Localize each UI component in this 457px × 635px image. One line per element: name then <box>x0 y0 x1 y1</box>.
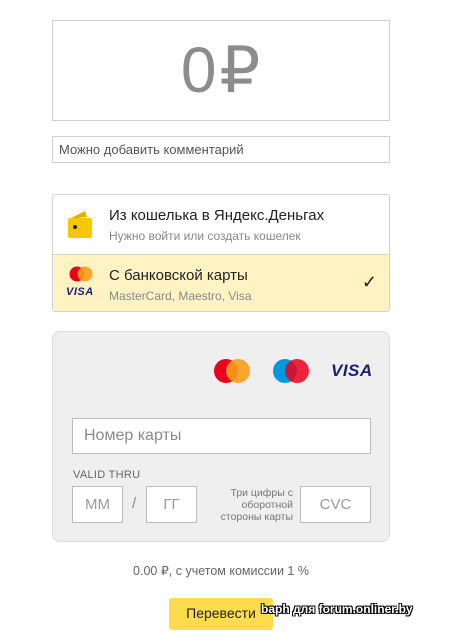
payment-method-card[interactable]: VISA С банковской карты MasterCard, Maes… <box>53 254 389 311</box>
cvc-input[interactable]: CVC <box>300 486 371 523</box>
comment-input[interactable]: Можно добавить комментарий <box>52 136 390 163</box>
mastercard-logo-icon <box>214 359 250 383</box>
method-subtitle: Нужно войти или создать кошелек <box>109 229 301 243</box>
payment-method-list: Из кошелька в Яндекс.Деньгах Нужно войти… <box>52 194 390 312</box>
payment-method-wallet[interactable]: Из кошелька в Яндекс.Деньгах Нужно войти… <box>53 195 389 254</box>
mastercard-icon <box>69 266 93 282</box>
amount-display[interactable]: 0₽ <box>52 20 390 121</box>
commission-text: 0.00 ₽, с учетом комиссии 1 % <box>133 564 309 578</box>
card-form: VISA Номер карты VALID THRU ММ / ГГ Три … <box>52 331 390 542</box>
maestro-logo-icon <box>273 359 309 383</box>
method-subtitle: MasterCard, Maestro, Visa <box>109 289 252 303</box>
expiry-separator: / <box>132 495 137 512</box>
watermark: baph для forum.onliner.by <box>261 602 413 616</box>
card-number-input[interactable]: Номер карты <box>72 418 371 454</box>
visa-icon: VISA <box>66 286 94 298</box>
visa-logo-icon: VISA <box>331 361 373 380</box>
cvc-hint: Три цифры с оборотной стороны карты <box>220 487 293 523</box>
valid-thru-label: VALID THRU <box>73 469 141 481</box>
decorative-dots <box>175 0 275 4</box>
wallet-icon <box>68 211 92 238</box>
checkmark-icon: ✓ <box>361 272 377 292</box>
method-title: С банковской карты <box>109 267 248 284</box>
expiry-month-input[interactable]: ММ <box>72 486 123 523</box>
amount-value: 0₽ <box>180 34 262 106</box>
method-title: Из кошелька в Яндекс.Деньгах <box>109 207 325 224</box>
transfer-button[interactable]: Перевести <box>169 598 273 630</box>
expiry-year-input[interactable]: ГГ <box>146 486 197 523</box>
